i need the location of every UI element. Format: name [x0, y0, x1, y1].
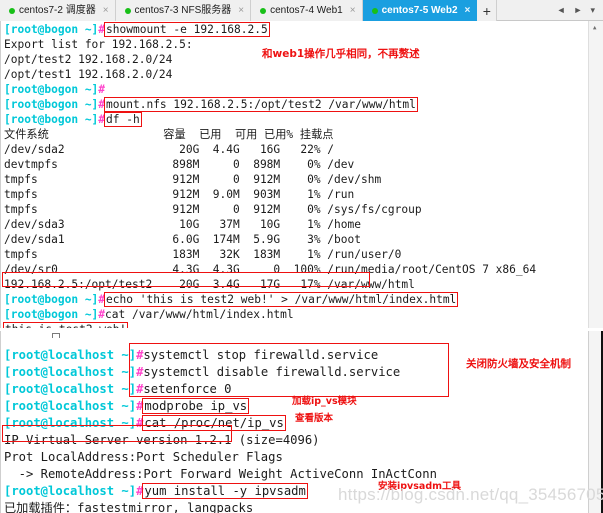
tab-label: centos7-4 Web1 — [270, 5, 343, 16]
df-table-row: devtmpfs 898M 0 898M 0% /dev — [4, 158, 355, 171]
df-table-row: tmpfs 183M 32K 183M 1% /run/user/0 — [4, 248, 402, 261]
terminal-line: [root@bogon ~]#cat /var/www/html/index.h… — [4, 307, 587, 322]
command-showmount: showmount -e 192.168.2.5 — [104, 22, 270, 37]
df-table-row: tmpfs 912M 0 912M 0% /sys/fs/cgroup — [4, 203, 422, 216]
terminal-line: this is test2 web! — [3, 322, 587, 328]
terminal-line: /opt/test1 192.168.2.0/24 — [4, 68, 173, 81]
green-dot-icon — [260, 7, 267, 14]
new-tab-button[interactable]: + — [477, 0, 498, 21]
tab-centos7-3[interactable]: centos7-3 NFS服务器 × — [115, 0, 252, 21]
green-dot-icon — [124, 7, 131, 14]
shell-prompt: [root@localhost ~] — [4, 365, 137, 379]
close-icon[interactable]: × — [465, 0, 471, 21]
terminal-line: [root@bogon ~]#mount.nfs 192.168.2.5:/op… — [4, 97, 587, 112]
terminal-pane-top[interactable]: [root@bogon ~]#showmount -e 192.168.2.5 … — [0, 21, 603, 328]
shell-prompt: [root@bogon ~] — [4, 23, 99, 36]
terminal-line: [root@bogon ~]# — [4, 82, 587, 97]
clipped-glyph-remnant — [52, 333, 60, 338]
shell-prompt: [root@bogon ~] — [4, 83, 99, 96]
command-setenforce: setenforce 0 — [143, 382, 232, 396]
shell-prompt: [root@bogon ~] — [4, 98, 99, 111]
terminal-pane-bottom[interactable]: [root@localhost ~]#systemctl stop firewa… — [0, 331, 603, 513]
tab-label: centos7-3 NFS服务器 — [134, 5, 232, 16]
tab-menu-icon[interactable]: ▾ — [590, 0, 595, 21]
command-cat-ipvs: cat /proc/net/ip_vs — [142, 415, 286, 431]
annotation-modprobe: 加载ip_vs模块 — [292, 396, 357, 407]
annotation-web1-same: 和web1操作几乎相同，不再赘述 — [262, 48, 420, 60]
terminal-line: [root@bogon ~]#echo 'this is test2 web!'… — [4, 292, 587, 307]
tab-next-icon[interactable]: ► — [574, 0, 583, 21]
df-table-row: /dev/sda1 6.0G 174M 5.9G 3% /boot — [4, 233, 361, 246]
df-table-header: 文件系统 容量 已用 可用 已用% 挂载点 — [4, 128, 334, 141]
shell-prompt: [root@bogon ~] — [4, 293, 99, 306]
close-icon[interactable]: × — [238, 0, 244, 21]
command-yum-install-ipvsadm: yum install -y ipvsadm — [142, 483, 308, 499]
pane-left-edge — [0, 21, 3, 328]
shell-prompt: [root@localhost ~] — [4, 416, 137, 430]
tab-centos7-4[interactable]: centos7-4 Web1 × — [251, 0, 363, 21]
tab-centos7-2[interactable]: centos7-2 调度器 × — [0, 0, 116, 21]
tab-bar: centos7-2 调度器 × centos7-3 NFS服务器 × cento… — [0, 0, 603, 21]
green-dot-icon — [371, 7, 378, 14]
df-table-row: tmpfs 912M 0 912M 0% /dev/shm — [4, 173, 382, 186]
shell-prompt: [root@bogon ~] — [4, 308, 99, 321]
df-table-row-nfs: 192.168.2.5:/opt/test2 20G 3.4G 17G 17% … — [4, 278, 415, 291]
prompt-hash: # — [98, 83, 106, 96]
df-table-row: tmpfs 912M 9.0M 903M 1% /run — [4, 188, 355, 201]
terminal-output-top: [root@bogon ~]#showmount -e 192.168.2.5 … — [3, 22, 587, 328]
shell-prompt: [root@bogon ~] — [4, 113, 99, 126]
terminal-app-window: centos7-2 调度器 × centos7-3 NFS服务器 × cento… — [0, 0, 603, 513]
tab-bar-filler — [497, 0, 553, 20]
command-echo-index: echo 'this is test2 web!' > /var/www/htm… — [104, 292, 459, 307]
watermark-text: https://blog.csdn.net/qq_35456705 — [338, 485, 603, 504]
tab-centos7-5[interactable]: centos7-5 Web2 × — [362, 0, 478, 21]
close-icon[interactable]: × — [350, 0, 356, 21]
output-ipvs-header: Prot LocalAddress:Port Scheduler Flags — [4, 450, 283, 464]
green-dot-icon — [9, 7, 15, 14]
command-stop-firewalld: systemctl stop firewalld.service — [143, 348, 379, 362]
shell-prompt: [root@localhost ~] — [4, 399, 137, 413]
terminal-line: [root@bogon ~]#showmount -e 192.168.2.5 — [4, 22, 587, 37]
annotation-version: 查看版本 — [295, 413, 334, 424]
df-table-row: /dev/sda3 10G 37M 10G 1% /home — [4, 218, 361, 231]
tab-label: centos7-2 调度器 — [19, 5, 96, 16]
df-table-row: /dev/sda2 20G 4.4G 16G 22% / — [4, 143, 335, 156]
command-disable-firewalld: systemctl disable firewalld.service — [143, 365, 401, 379]
command-mount-nfs: mount.nfs 192.168.2.5:/opt/test2 /var/ww… — [104, 97, 418, 112]
shell-prompt: [root@localhost ~] — [4, 382, 137, 396]
close-icon[interactable]: × — [103, 0, 109, 21]
annotation-firewall: 关闭防火墙及安全机制 — [466, 358, 571, 370]
df-table-row: /dev/sr0 4.3G 4.3G 0 100% /run/media/roo… — [4, 263, 537, 276]
command-modprobe-ipvs: modprobe ip_vs — [142, 398, 250, 414]
tab-nav-controls: ◄ ► ▾ — [553, 0, 603, 21]
terminal-line: [root@bogon ~]#df -h — [4, 112, 587, 127]
tab-label: centos7-5 Web2 — [381, 5, 458, 16]
output-ipvs-version: IP Virtual Server version 1.2.1 (size=40… — [4, 433, 320, 447]
command-cat-index: cat /var/www/html/index.html — [105, 308, 294, 321]
shell-prompt: [root@localhost ~] — [4, 348, 137, 362]
tab-prev-icon[interactable]: ◄ — [557, 0, 566, 21]
shell-prompt: [root@localhost ~] — [4, 484, 137, 498]
command-df-h: df -h — [104, 112, 142, 127]
pane-left-edge — [0, 331, 3, 513]
output-ipvs-header2: -> RemoteAddress:Port Forward Weight Act… — [4, 467, 437, 481]
output-index-html: this is test2 web! — [3, 322, 129, 328]
vertical-scrollbar-top[interactable] — [588, 21, 603, 328]
